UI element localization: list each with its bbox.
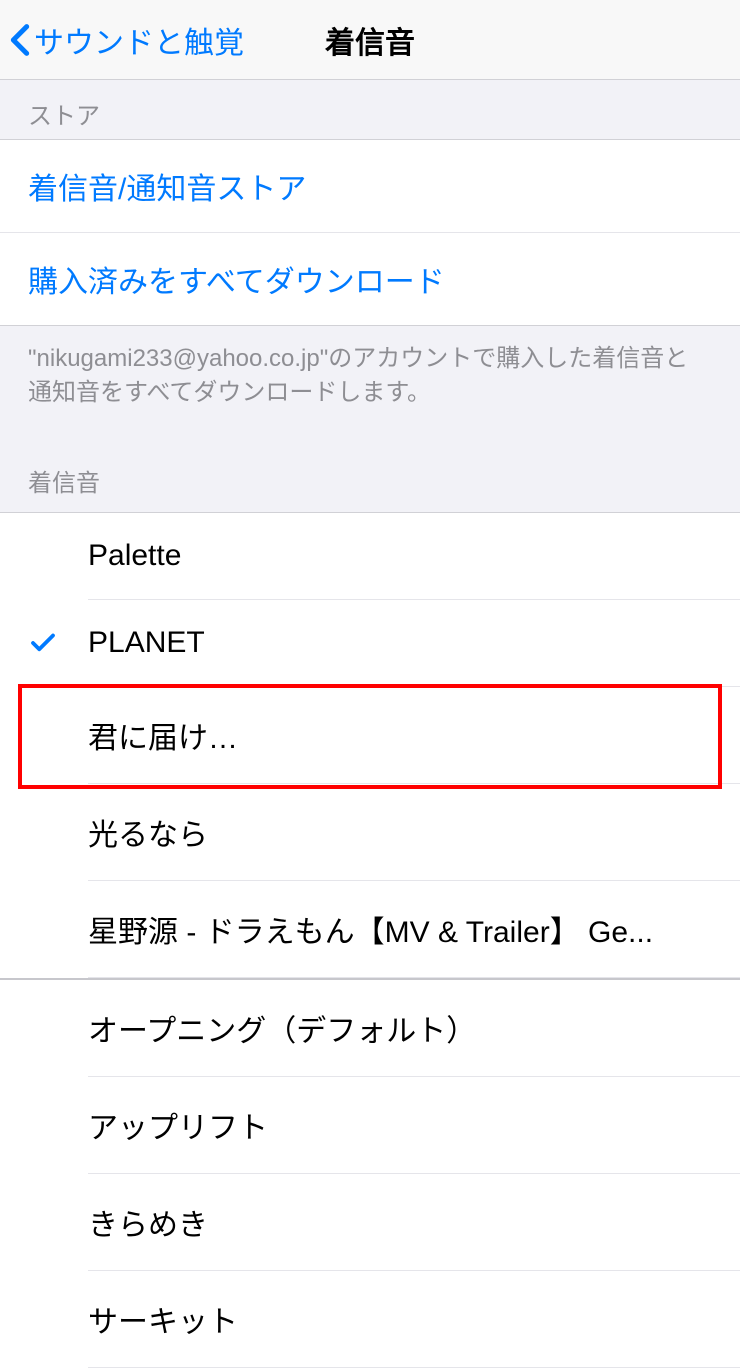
back-label: サウンドと触覚 [34,18,244,62]
ringtone-item[interactable]: オープニング（デフォルト） [88,980,740,1077]
store-footer-text: "nikugami233@yahoo.co.jp"のアカウントで購入した着信音と… [0,326,740,425]
ringtone-label: オープニング（デフォルト） [88,1006,504,1050]
ringtone-label: 光るなら [88,810,236,854]
row-label: 購入済みをすべてダウンロード [28,266,445,299]
ringtone-item[interactable]: きらめき [88,1174,740,1271]
ringtone-item[interactable]: サーキット [88,1271,740,1368]
ringtone-store-link[interactable]: 着信音/通知音ストア [0,140,740,233]
store-section-header: ストア [0,80,740,139]
ringtone-item[interactable]: Palette [88,513,740,600]
ringtone-section-header: 着信音 [0,425,740,512]
ringtone-list: Palette PLANET 君に届け… 光るなら星野源 - ドラえもん【MV & T… [0,512,740,1368]
navigation-header: サウンドと触覚 着信音 [0,0,740,80]
page-title: 着信音 [325,18,415,62]
ringtone-label: PLANET [88,626,233,660]
ringtone-label: 星野源 - ドラえもん【MV & Trailer】 Ge... [88,907,681,951]
ringtone-item[interactable]: PLANET [88,600,740,687]
back-button[interactable]: サウンドと触覚 [0,18,244,62]
ringtone-label: アップリフト [88,1103,296,1147]
ringtone-label: Palette [88,539,209,573]
ringtone-item[interactable]: アップリフト [88,1077,740,1174]
download-all-purchased[interactable]: 購入済みをすべてダウンロード [0,233,740,325]
checkmark-icon [28,628,58,658]
store-row-group: 着信音/通知音ストア 購入済みをすべてダウンロード [0,139,740,326]
ringtone-label: きらめき [88,1200,236,1244]
ringtone-item[interactable]: 星野源 - ドラえもん【MV & Trailer】 Ge... [88,881,740,978]
ringtone-label: サーキット [88,1297,266,1341]
ringtone-item[interactable]: 光るなら [88,784,740,881]
ringtone-item[interactable]: 君に届け… [88,687,740,784]
ringtone-label: 君に届け… [88,713,266,757]
chevron-left-icon [10,23,30,57]
row-label: 着信音/通知音ストア [28,173,306,206]
